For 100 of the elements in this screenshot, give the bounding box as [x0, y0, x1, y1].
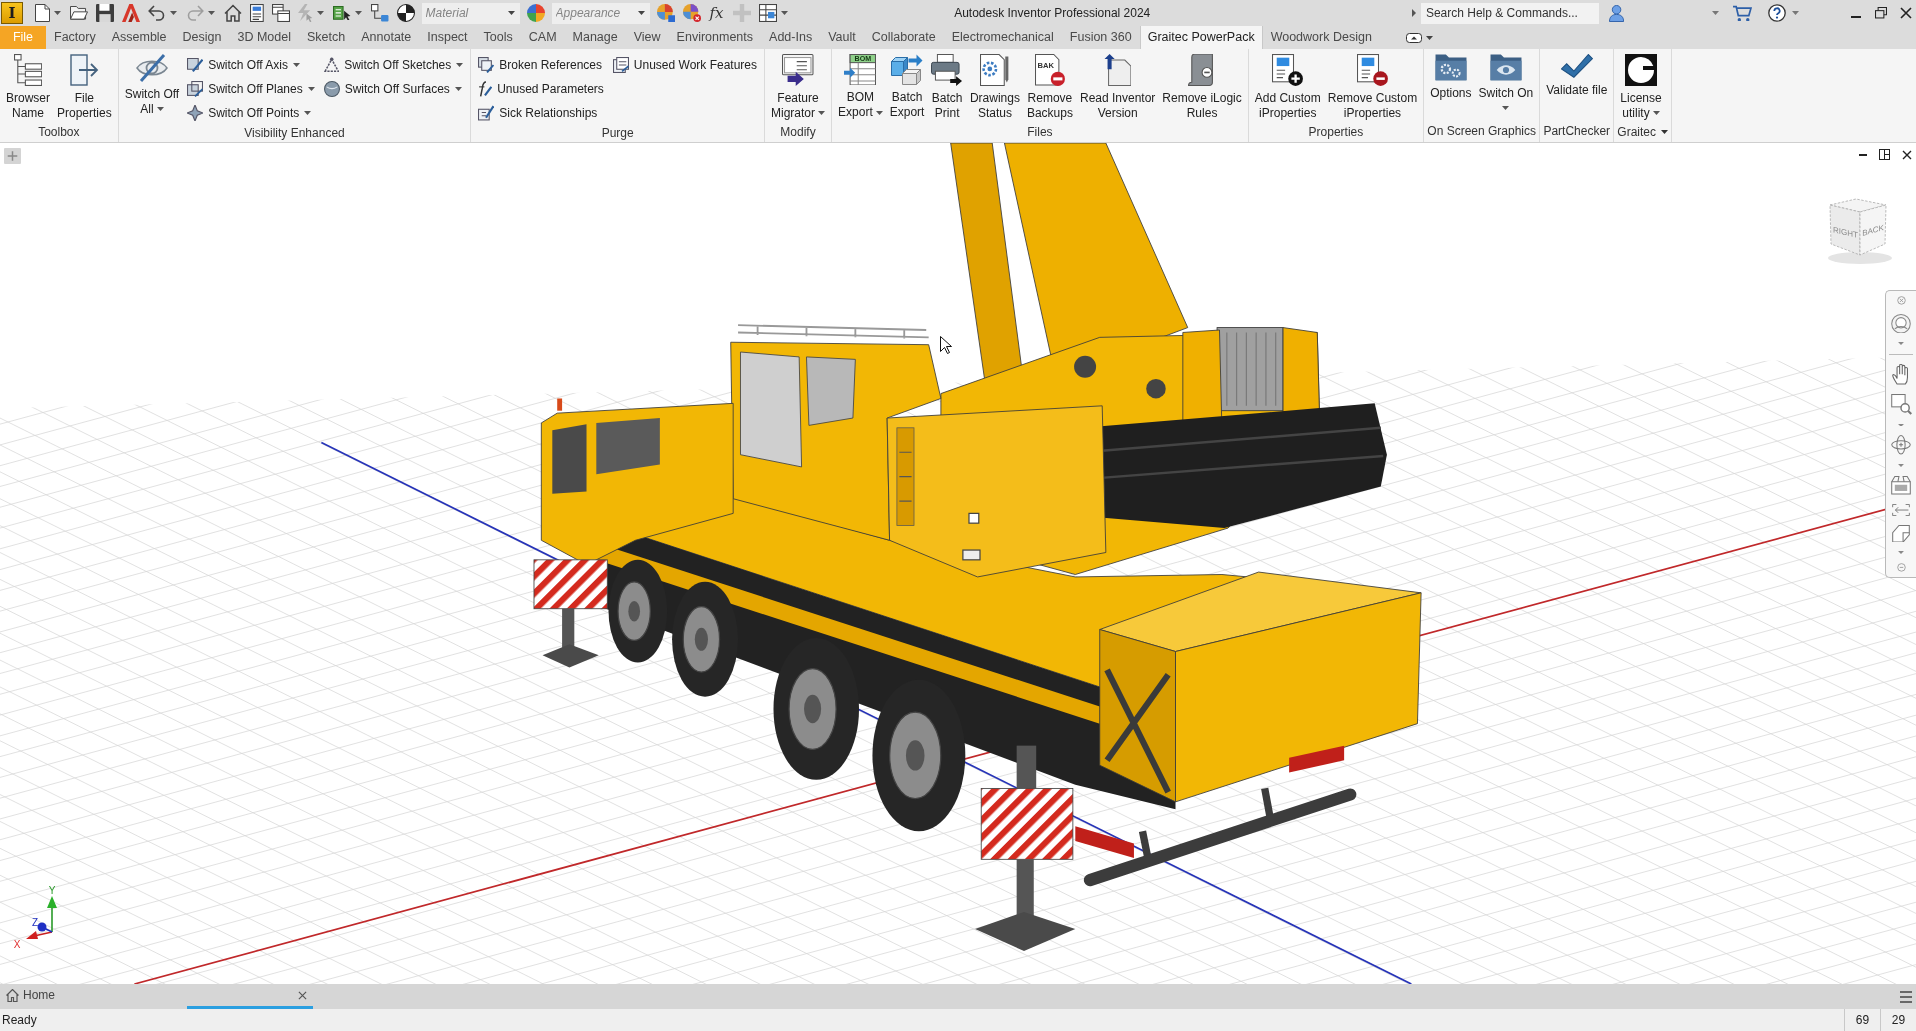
tile-window-icon[interactable] — [1879, 149, 1890, 160]
search-field[interactable]: Search Help & Commands... — [1420, 2, 1599, 24]
new-file-icon[interactable] — [35, 4, 50, 22]
caret-icon[interactable] — [1652, 111, 1660, 116]
ribbon-button[interactable]: Batch Print — [928, 52, 966, 122]
ribbon-tab[interactable]: Inspect — [419, 26, 476, 49]
ribbon-tab[interactable]: Environments — [668, 26, 762, 49]
ribbon-button[interactable]: License utility — [1617, 52, 1665, 122]
ribbon-tab[interactable]: Collaborate — [863, 26, 944, 49]
caret-icon[interactable] — [456, 63, 464, 67]
expand-triangle-icon[interactable] — [1411, 9, 1416, 17]
caret-icon[interactable] — [307, 87, 315, 91]
ribbon-button[interactable]: Unused Work Features — [608, 53, 762, 77]
caret-icon[interactable] — [354, 11, 362, 15]
ribbon-button[interactable]: Remove iLogic Rules — [1159, 52, 1245, 122]
hand-icon[interactable] — [1891, 364, 1911, 385]
color-wheel-icon[interactable] — [526, 4, 545, 22]
close-icon[interactable] — [1900, 7, 1912, 19]
axis-label: X — [13, 939, 21, 950]
ribbon-tab[interactable]: Tools — [475, 26, 521, 49]
ribbon-tab[interactable]: Vault — [820, 26, 864, 49]
ribbon-button[interactable]: Add Custom iProperties — [1251, 52, 1324, 122]
home-icon[interactable] — [224, 4, 242, 22]
ribbon-button[interactable]: Broken References — [474, 53, 606, 77]
caret-icon[interactable] — [304, 111, 312, 115]
ribbon-button[interactable]: Read Inventor Version — [1076, 52, 1159, 122]
ribbon-button[interactable]: Switch Off Sketches — [319, 53, 468, 77]
table-icon[interactable] — [758, 4, 777, 22]
steering-wheel-icon[interactable] — [1891, 313, 1911, 334]
ribbon-button[interactable]: Unused Parameters — [474, 77, 608, 101]
windows-icon[interactable] — [271, 4, 290, 22]
ribbon-button[interactable]: Remove Custom iProperties — [1324, 52, 1421, 122]
ribbon-tab[interactable]: Add-Ins — [761, 26, 821, 49]
look-at-icon[interactable] — [1892, 503, 1910, 516]
ribbon-tab[interactable]: Fusion 360 — [1061, 26, 1140, 49]
ribbon-button[interactable]: Switch Off Planes — [183, 77, 319, 101]
ribbon-button[interactable]: Feature Migrator — [768, 52, 829, 122]
undo-icon[interactable] — [148, 5, 166, 21]
ribbon-tab[interactable]: Annotate — [353, 26, 420, 49]
document-tab[interactable]: Home — [0, 984, 187, 1009]
caret-icon[interactable] — [818, 111, 826, 116]
caret-icon[interactable] — [54, 11, 61, 15]
menu-icon[interactable] — [1900, 990, 1912, 1003]
color-remove-icon[interactable] — [682, 4, 701, 22]
ribbon-button[interactable]: Validate file — [1543, 52, 1611, 100]
ribbon-button[interactable]: Batch Export — [886, 52, 928, 121]
color-ball-icon[interactable] — [656, 4, 675, 22]
caret-icon[interactable] — [875, 110, 883, 115]
restore-icon[interactable] — [1875, 7, 1887, 19]
minimize-icon[interactable] — [1859, 153, 1867, 156]
ribbon-tab[interactable]: Electromechanical — [943, 26, 1062, 49]
ribbon-button[interactable]: Switch On — [1475, 52, 1537, 117]
ribbon-button[interactable]: Switch Off Points — [183, 101, 316, 125]
ribbon-tab[interactable]: View — [625, 26, 669, 49]
orbit-icon[interactable] — [1891, 435, 1911, 456]
ribbon-tab[interactable]: Sketch — [299, 26, 354, 49]
ribbon-tab[interactable]: Graitec PowerPack — [1139, 26, 1263, 49]
ribbon-button[interactable]: Switch Off Surfaces — [319, 77, 466, 101]
ribbon-button[interactable]: File Properties — [54, 52, 115, 122]
ribbon-button[interactable]: Browser Name — [3, 52, 53, 122]
view-face-icon[interactable] — [1891, 475, 1911, 495]
app-logo[interactable]: I — [1, 2, 23, 24]
help-icon[interactable] — [1768, 4, 1786, 22]
ribbon-tab[interactable]: Woodwork Design — [1262, 26, 1380, 49]
ruler-cursor-icon[interactable] — [332, 5, 351, 21]
caret-icon[interactable] — [293, 63, 300, 67]
caret-icon[interactable] — [454, 87, 462, 91]
user-icon[interactable] — [1608, 4, 1624, 22]
free-view-icon[interactable] — [1892, 524, 1910, 543]
ribbon-button[interactable]: Switch Off Axis — [183, 53, 304, 77]
ribbon-tab[interactable]: Assemble — [103, 26, 175, 49]
caret-icon[interactable] — [156, 107, 164, 112]
ribbon-button[interactable]: Switch Off All — [121, 52, 183, 118]
logo-icon[interactable] — [122, 4, 140, 22]
save-icon[interactable] — [96, 4, 114, 22]
checker-ball-icon[interactable] — [396, 4, 415, 22]
ribbon-tab[interactable]: CAM — [520, 26, 565, 49]
panel-toggle-icon[interactable] — [1405, 32, 1422, 43]
open-folder-icon[interactable] — [70, 6, 88, 20]
ribbon-button[interactable]: Drawings Status — [966, 52, 1023, 122]
properties-document-icon[interactable] — [250, 4, 264, 22]
dropdown-field[interactable]: Material — [421, 2, 520, 24]
caret-icon[interactable] — [1425, 35, 1433, 40]
cart-icon[interactable] — [1733, 4, 1752, 22]
close-icon[interactable] — [1902, 149, 1912, 160]
linked-boxes-icon[interactable] — [370, 4, 389, 22]
caret-icon[interactable] — [1502, 106, 1510, 111]
dropdown-field[interactable]: Appearance — [551, 2, 650, 24]
ribbon-tab[interactable]: Factory — [46, 26, 104, 49]
ribbon-tab[interactable]: Design — [174, 26, 230, 49]
ribbon-button[interactable]: BOM BOM Export — [835, 52, 886, 122]
caret-icon[interactable] — [780, 11, 788, 15]
ribbon-button[interactable]: Sick Relationships — [474, 101, 602, 125]
zoom-window-icon[interactable] — [1890, 393, 1912, 415]
caret-icon[interactable] — [170, 11, 177, 15]
ribbon-tab[interactable]: 3D Model — [229, 26, 299, 49]
ribbon-tab[interactable]: Manage — [564, 26, 626, 49]
caret-icon[interactable] — [1661, 130, 1669, 134]
ribbon-button[interactable]: Options — [1427, 52, 1475, 103]
formula-button[interactable]: fx — [709, 5, 724, 21]
